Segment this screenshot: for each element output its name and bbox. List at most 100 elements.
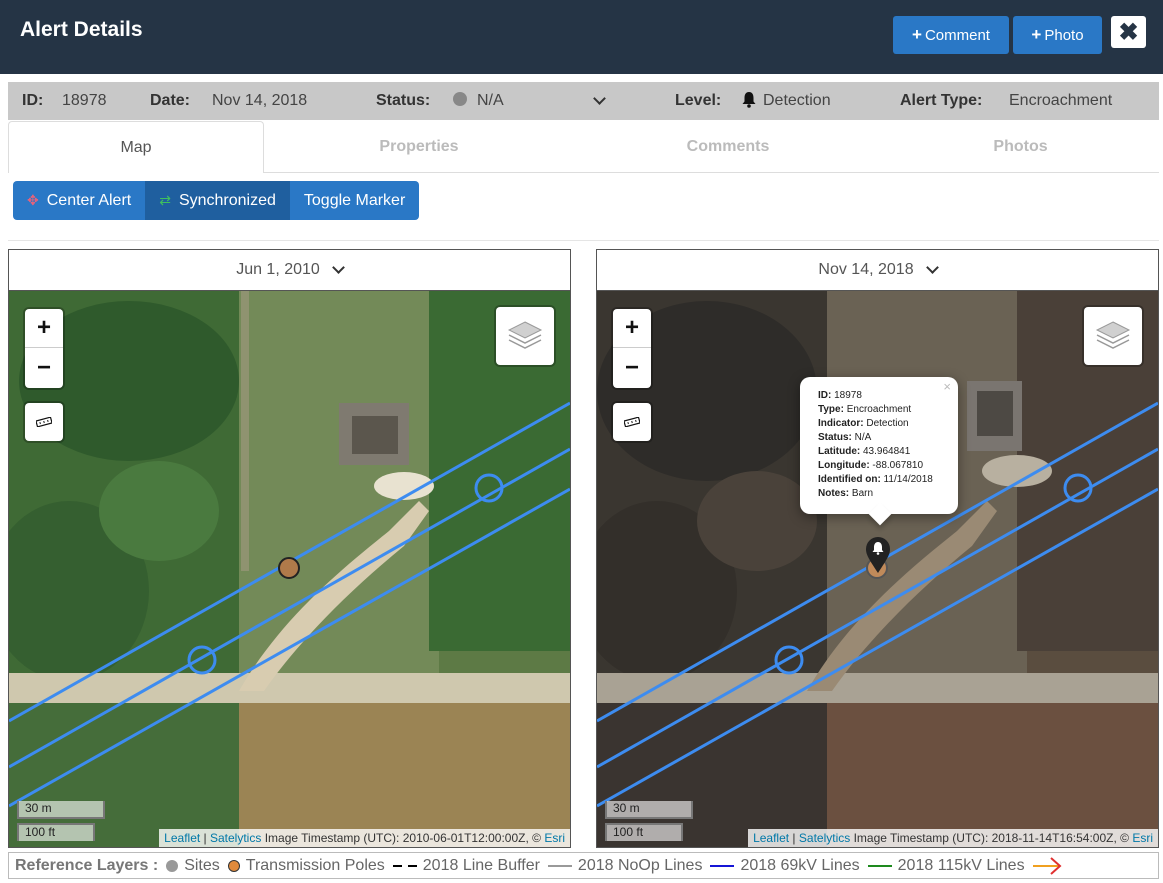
add-photo-button[interactable]: + Photo (1013, 16, 1102, 54)
legend-item-line-buffer: 2018 Line Buffer (392, 857, 540, 875)
legend-item-transmission-poles: Transmission Poles (227, 857, 385, 875)
tab-photos[interactable]: Photos (882, 121, 1159, 173)
toggle-marker-button[interactable]: Toggle Marker (289, 181, 420, 220)
gray-line-icon (547, 864, 572, 867)
chevron-down-icon (925, 260, 939, 274)
date-selector-left[interactable]: Jun 1, 2010 (9, 250, 570, 291)
leaflet-link[interactable]: Leaflet (753, 831, 789, 845)
crosshair-icon: ✥ (27, 192, 39, 208)
date-selector-left-value: Jun 1, 2010 (236, 261, 320, 278)
satelytics-link[interactable]: Satelytics (210, 831, 261, 845)
date-label: Date: (150, 92, 191, 109)
zoom-in-button[interactable]: + (613, 309, 651, 348)
close-icon: ✖ (1118, 18, 1139, 46)
popup-identified-on: Identified on: 11/14/2018 (818, 474, 933, 485)
ruler-icon[interactable] (613, 403, 651, 441)
satellite-imagery-right (597, 291, 1158, 847)
zoom-in-button[interactable]: + (25, 309, 63, 348)
center-alert-label: Center Alert (46, 191, 132, 209)
layers-icon[interactable] (496, 307, 554, 365)
scale-bar-right: 30 m 100 ft (605, 801, 693, 841)
map-panel-left: Jun 1, 2010 + − 30 m 100 ft Leaflet | Sa… (8, 249, 571, 848)
add-comment-label: Comment (924, 26, 990, 44)
legend-item-sites: Sites (166, 857, 220, 875)
status-label: Status: (376, 92, 431, 109)
tab-comments[interactable]: Comments (574, 121, 882, 173)
satelytics-link[interactable]: Satelytics (799, 831, 850, 845)
close-button[interactable]: ✖ (1111, 16, 1146, 48)
scale-meters: 30 m (17, 801, 105, 819)
date-value: Nov 14, 2018 (212, 92, 308, 109)
date-selector-right[interactable]: Nov 14, 2018 (597, 250, 1158, 291)
add-comment-button[interactable]: + Comment (893, 16, 1009, 54)
plus-icon: + (1031, 25, 1042, 44)
level-label: Level: (675, 92, 722, 109)
plus-icon: + (912, 25, 922, 44)
dialog-title: Alert Details (20, 18, 143, 41)
scale-feet: 100 ft (605, 823, 683, 841)
toggle-marker-label: Toggle Marker (303, 191, 406, 209)
date-selector-right-value: Nov 14, 2018 (818, 261, 914, 278)
orange-arrow-icon (1032, 856, 1062, 875)
map-panel-right: Nov 14, 2018 × ID: 18978 Type: Encroachm… (596, 249, 1159, 848)
popup-indicator: Indicator: Detection (818, 418, 909, 429)
center-alert-button[interactable]: ✥ Center Alert (13, 181, 146, 220)
bell-icon (741, 91, 757, 113)
esri-link[interactable]: Esri (544, 831, 565, 845)
tab-map[interactable]: Map (8, 121, 264, 173)
green-line-icon (867, 864, 892, 867)
popup-type: Type: Encroachment (818, 404, 912, 415)
zoom-control-left: + − (25, 309, 63, 388)
legend-item-69kv-lines: 2018 69kV Lines (710, 857, 860, 875)
popup-latitude: Latitude: 43.964841 (818, 446, 911, 457)
ruler-icon[interactable] (25, 403, 63, 441)
tab-bar: Map Properties Comments Photos (8, 121, 1159, 173)
id-label: ID: (22, 92, 44, 109)
scale-feet: 100 ft (17, 823, 95, 841)
poles-dot-icon (227, 859, 240, 872)
zoom-out-button[interactable]: − (25, 348, 63, 387)
status-dropdown-chevron-icon[interactable] (593, 92, 606, 105)
scale-bar-left: 30 m 100 ft (17, 801, 105, 841)
attribution-text: Image Timestamp (UTC): 2018-11-14T16:54:… (850, 831, 1133, 845)
title-bar: Alert Details + Comment + Photo ✖ (0, 0, 1163, 74)
synchronized-toggle[interactable]: ⇄ Synchronized (145, 181, 290, 220)
id-value: 18978 (62, 92, 107, 109)
sites-dot-icon (166, 859, 179, 872)
alert-type-label: Alert Type: (900, 92, 983, 109)
popup-longitude: Longitude: -88.067810 (818, 460, 924, 471)
attribution-right: Leaflet | Satelytics Image Timestamp (UT… (748, 829, 1158, 847)
legend-item-noop-lines: 2018 NoOp Lines (547, 857, 702, 875)
popup-status: Status: N/A (818, 432, 872, 443)
satellite-map-left[interactable]: + − 30 m 100 ft Leaflet | Satelytics Ima… (9, 291, 570, 847)
chevron-down-icon (331, 260, 345, 274)
popup-close-icon[interactable]: × (943, 380, 951, 394)
blue-line-icon (710, 864, 735, 867)
reference-layers-legend: Reference Layers : Sites Transmission Po… (8, 852, 1159, 879)
satellite-map-right[interactable]: × ID: 18978 Type: Encroachment Indicator… (597, 291, 1158, 847)
map-toolbar: ✥ Center Alert ⇄ Synchronized Toggle Mar… (13, 181, 420, 220)
status-dot-icon (453, 92, 467, 106)
level-value: Detection (763, 92, 831, 109)
synchronized-label: Synchronized (178, 191, 276, 209)
status-value[interactable]: N/A (477, 92, 504, 110)
legend-item-115kv-lines: 2018 115kV Lines (867, 857, 1025, 875)
layers-icon[interactable] (1084, 307, 1142, 365)
leaflet-link[interactable]: Leaflet (164, 831, 200, 845)
satellite-imagery-left (9, 291, 570, 847)
alert-type-value: Encroachment (1009, 92, 1113, 109)
esri-link[interactable]: Esri (1132, 831, 1153, 845)
zoom-out-button[interactable]: − (613, 348, 651, 387)
scale-meters: 30 m (605, 801, 693, 819)
zoom-control-right: + − (613, 309, 651, 388)
legend-item-arrow (1032, 856, 1063, 876)
add-photo-label: Photo (1044, 26, 1084, 44)
sync-arrows-icon: ⇄ (159, 192, 171, 208)
legend-title: Reference Layers : (15, 856, 159, 874)
popup-id: ID: 18978 (818, 390, 862, 401)
dash-line-icon (392, 864, 417, 867)
popup-notes: Notes: Barn (818, 488, 874, 499)
tab-properties[interactable]: Properties (264, 121, 574, 173)
attribution-left: Leaflet | Satelytics Image Timestamp (UT… (159, 829, 570, 847)
alert-info-bar: ID: 18978 Date: Nov 14, 2018 Status: N/A… (8, 82, 1159, 120)
